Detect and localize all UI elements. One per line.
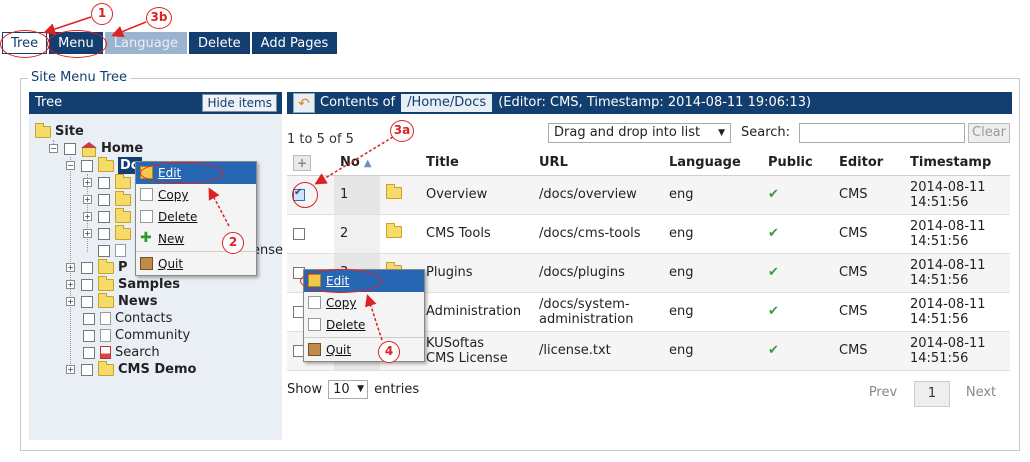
arrow-3a: [314, 136, 394, 185]
annotation-number: 3b: [146, 7, 172, 29]
annotation-number: 2: [222, 232, 244, 254]
arrow-4: [365, 294, 383, 341]
annotation-number: 3a: [390, 120, 414, 142]
annotation-number: 1: [91, 3, 113, 25]
arrow-3b: [111, 21, 147, 38]
annotation-ring-tree: [0, 30, 50, 58]
annotation-ring-edit-list: [300, 269, 382, 293]
annotation-ring-edit-tree: [140, 162, 224, 184]
arrow-2: [208, 187, 230, 227]
annotation-ring-menu: [47, 30, 107, 58]
annotation-number: 4: [378, 341, 400, 363]
annotation-arrows: [43, 16, 394, 341]
annotation-ring-checkbox: [292, 182, 318, 208]
